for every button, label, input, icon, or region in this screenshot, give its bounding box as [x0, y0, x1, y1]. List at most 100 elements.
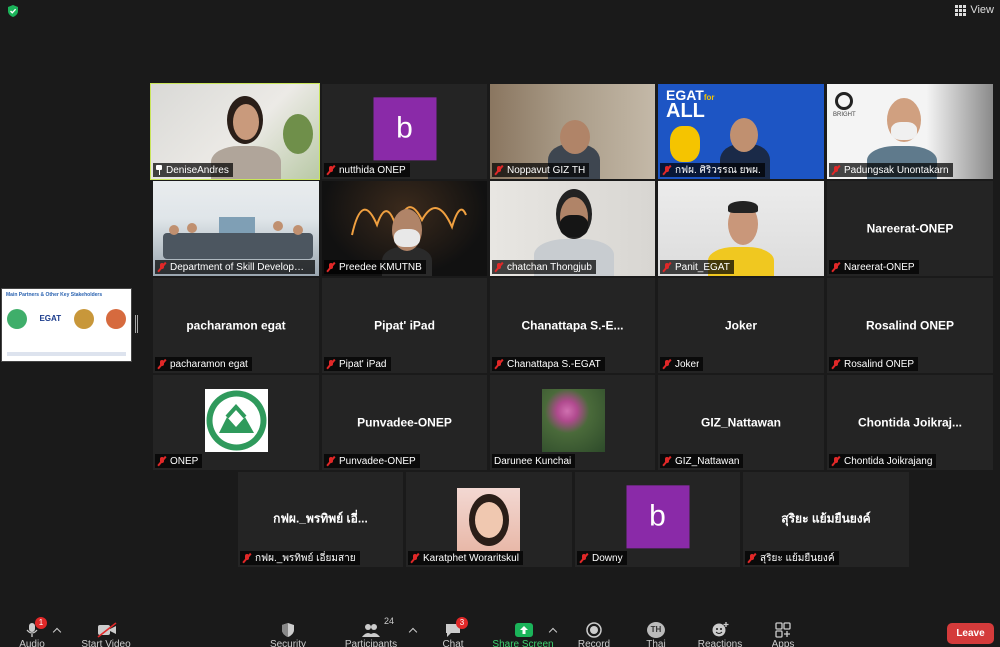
- lotus-profile-photo: [542, 389, 605, 452]
- pin-icon: [155, 165, 163, 175]
- participant-tile[interactable]: Panit_EGAT: [658, 181, 824, 276]
- participants-button[interactable]: 24 Participants: [343, 616, 399, 647]
- apps-label: Apps: [771, 639, 795, 647]
- participant-tile[interactable]: Joker Joker: [658, 278, 824, 373]
- participant-tile[interactable]: กฟผ._พรทิพย์ เอี่... กฟผ._พรทิพย์ เอี่ยม…: [238, 472, 403, 567]
- chat-button[interactable]: 3 Chat: [438, 617, 468, 647]
- leave-button[interactable]: Leave: [947, 623, 994, 644]
- view-label: View: [970, 4, 994, 16]
- participant-tile[interactable]: pacharamon egat pacharamon egat: [153, 278, 319, 373]
- participant-tile[interactable]: chatchan Thongjub: [490, 181, 655, 276]
- participant-tile[interactable]: b Downy: [575, 472, 740, 567]
- share-screen-label: Share Screen: [492, 639, 554, 647]
- bright-background-text: BRIGHT: [833, 112, 856, 118]
- participant-name-label: Joker: [660, 357, 704, 371]
- participant-tile[interactable]: Noppavut GIZ TH: [490, 84, 655, 179]
- shared-screen-title: Main Partners & Other Key Stakeholders: [6, 292, 103, 298]
- muted-mic-icon: [747, 553, 757, 563]
- participant-tile[interactable]: Punvadee-ONEP Punvadee-ONEP: [322, 375, 487, 470]
- record-icon: [585, 622, 603, 638]
- participant-tile[interactable]: สุริยะ แย้มยืนยงค์ สุริยะ แย้มยืนยงค์: [743, 472, 909, 567]
- muted-mic-icon: [662, 165, 672, 175]
- participant-display-name: pacharamon egat: [186, 317, 286, 332]
- participant-name-label: สุริยะ แย้มยืนยงค์: [745, 551, 839, 565]
- audio-badge: 1: [35, 617, 47, 629]
- shared-screen-thumbnail[interactable]: Main Partners & Other Key Stakeholders E…: [1, 288, 132, 362]
- audio-label: Audio: [19, 639, 45, 647]
- participant-tile[interactable]: ONEP: [153, 375, 319, 470]
- zoom-meeting-window: View Main Partners & Other Key Stakehold…: [0, 0, 1000, 647]
- microphone-icon: 1: [23, 617, 47, 638]
- record-button[interactable]: Record: [576, 620, 612, 647]
- onep-logo-image: [205, 389, 268, 452]
- partner-logo: [73, 309, 94, 329]
- security-button[interactable]: Security: [268, 620, 308, 647]
- bright-logo: [835, 92, 853, 110]
- participant-avatar: b: [626, 484, 689, 548]
- muted-mic-icon: [157, 262, 167, 272]
- muted-mic-icon: [326, 165, 336, 175]
- meeting-toolbar: 1 Audio Start Video Security 24 Particip…: [0, 616, 1000, 647]
- participant-tile[interactable]: Nareerat-ONEP Nareerat-ONEP: [827, 181, 993, 276]
- start-video-button[interactable]: Start Video: [80, 620, 132, 647]
- participant-name-label: Padungsak Unontakarn: [829, 163, 953, 177]
- participant-tile[interactable]: Rosalind ONEP Rosalind ONEP: [827, 278, 993, 373]
- shared-screen-footer: [7, 352, 126, 356]
- participants-icon: 24: [362, 616, 394, 638]
- share-screen-icon: [514, 622, 533, 638]
- participant-name-label: GIZ_Nattawan: [660, 454, 744, 468]
- participant-name-label: nutthida ONEP: [324, 163, 410, 177]
- egat-logo: EGAT: [39, 314, 62, 323]
- muted-mic-icon: [494, 262, 504, 272]
- participant-display-name: Pipat' iPad: [374, 317, 435, 332]
- muted-mic-icon: [326, 456, 336, 466]
- participant-tile[interactable]: GIZ_Nattawan GIZ_Nattawan: [658, 375, 824, 470]
- participant-tile[interactable]: DeniseAndres: [150, 83, 320, 180]
- participant-tile[interactable]: Department of Skill Development: [153, 181, 319, 276]
- participants-options-chevron-icon[interactable]: [408, 627, 418, 637]
- participant-name-label: Pipat' iPad: [324, 357, 391, 371]
- reactions-label: Reactions: [697, 639, 743, 647]
- muted-mic-icon: [157, 359, 167, 369]
- muted-mic-icon: [410, 553, 420, 563]
- participant-avatar: b: [373, 96, 436, 160]
- partner-logo: [106, 309, 126, 329]
- language-thai-button[interactable]: TH Thai: [640, 620, 672, 647]
- participant-tile[interactable]: Pipat' iPad Pipat' iPad: [322, 278, 487, 373]
- participant-name-label: Department of Skill Development: [155, 260, 315, 274]
- participant-tile[interactable]: BRIGHT Padungsak Unontakarn: [827, 84, 993, 179]
- participant-tile[interactable]: Chontida Joikraj... Chontida Joikrajang: [827, 375, 993, 470]
- participant-name-label: Rosalind ONEP: [829, 357, 919, 371]
- participant-name-label: Panit_EGAT: [660, 260, 734, 274]
- participants-label: Participants: [344, 639, 398, 647]
- participant-tile[interactable]: Darunee Kunchai: [490, 375, 655, 470]
- participant-name-label: Darunee Kunchai: [492, 454, 576, 468]
- view-button[interactable]: View: [955, 4, 994, 16]
- smiley-plus-icon: [711, 622, 729, 638]
- participant-tile[interactable]: Chanattapa S.-E... Chanattapa S.-EGAT: [490, 278, 655, 373]
- chat-badge: 3: [456, 617, 468, 629]
- audio-options-chevron-icon[interactable]: [52, 627, 62, 637]
- participant-tile[interactable]: EGATfor ALL กฟผ. ศิริวรรณ ยพผ.: [658, 84, 824, 179]
- participant-tile[interactable]: Karatphet Woraritskul: [406, 472, 572, 567]
- reactions-button[interactable]: Reactions: [696, 620, 744, 647]
- security-shield-icon[interactable]: [6, 4, 20, 18]
- muted-mic-icon: [579, 553, 589, 563]
- participant-tile[interactable]: Preedee KMUTNB: [322, 181, 487, 276]
- audio-button[interactable]: 1 Audio: [16, 617, 48, 647]
- mascot-image: [670, 126, 700, 162]
- chat-label: Chat: [442, 639, 464, 647]
- apps-button[interactable]: Apps: [768, 620, 798, 647]
- resize-handle[interactable]: [135, 315, 138, 333]
- participant-display-name: GIZ_Nattawan: [700, 414, 781, 429]
- participant-tile[interactable]: b nutthida ONEP: [322, 84, 487, 179]
- share-screen-button[interactable]: Share Screen: [492, 620, 554, 647]
- apps-icon: [774, 622, 792, 638]
- muted-mic-icon: [831, 359, 841, 369]
- grid-view-icon: [955, 4, 967, 16]
- participant-name-label: Chanattapa S.-EGAT: [492, 357, 605, 371]
- muted-mic-icon: [326, 262, 336, 272]
- participant-name-label: Punvadee-ONEP: [324, 454, 420, 468]
- participant-name-label: chatchan Thongjub: [492, 260, 596, 274]
- participant-name-label: Nareerat-ONEP: [829, 260, 919, 274]
